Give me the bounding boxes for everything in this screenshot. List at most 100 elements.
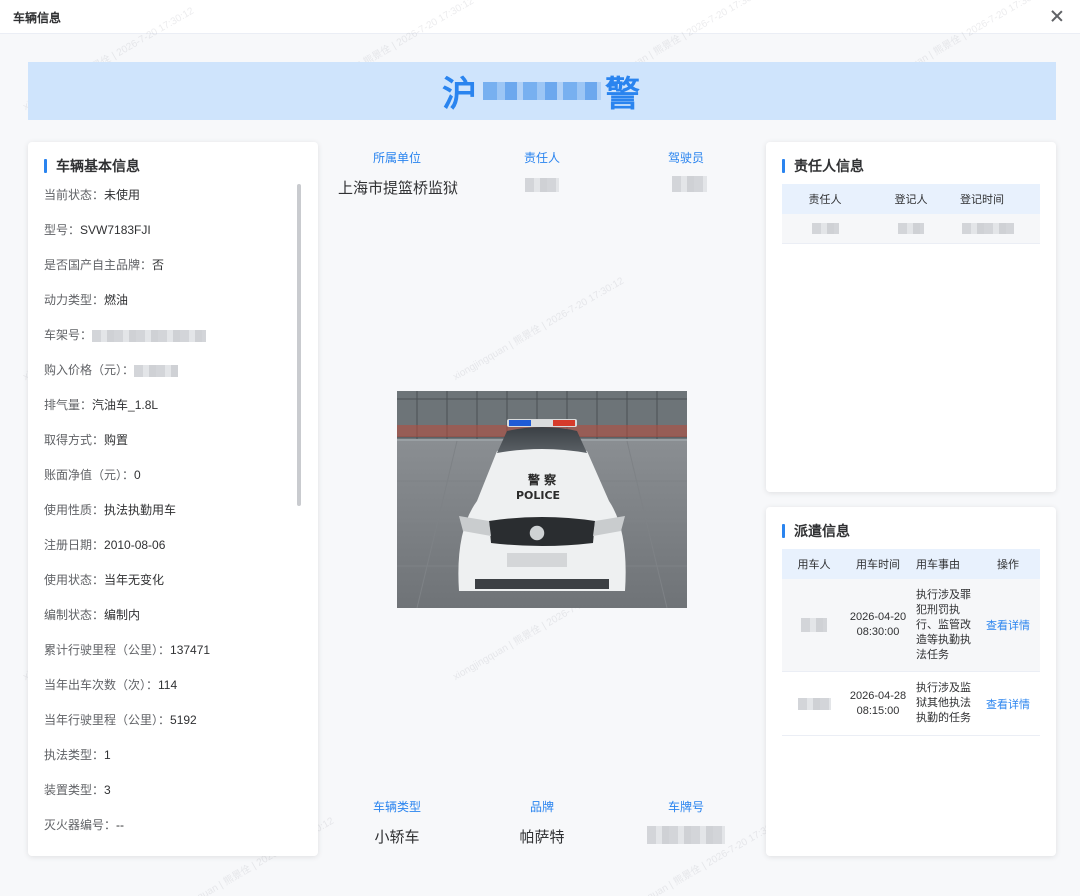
cell-use-time: 2026-04-28 08:15:00 [846,689,910,719]
info-row: 车架号： [44,318,298,353]
responsible-title: 责任人信息 [782,158,864,174]
cell-mask [801,618,827,632]
brand-value: 帕萨特 [519,829,565,846]
responsible-card: 责任人信息 责任人 登记人 登记时间 [766,142,1056,492]
label-brand: 品牌 [529,800,554,814]
info-key: 取得方式： [44,433,105,447]
info-value: -- [116,818,125,832]
info-key: 购入价格（元）： [44,363,135,377]
plate-banner: 沪 警 [28,62,1056,120]
info-row: 灭火器编号：-- [44,808,298,843]
info-value: 137471 [170,643,211,657]
use-date: 2026-04-20 [849,611,907,623]
col-user: 用车人 [797,559,831,571]
basic-info-card: 车辆基本信息 当前状态：未使用 型号：SVW7183FJI 是否国产自主品牌：否 动力… [28,142,318,856]
info-value: 2010-08-06 [104,538,166,552]
info-row: 排气量：汽油车_1.8L [44,388,298,423]
info-value: 否 [152,258,165,272]
info-key: 执法类型： [44,748,105,762]
dispatch-table-header: 用车人 用车时间 用车事由 操作 [782,549,1040,579]
info-value: 编制内 [104,608,141,622]
plate-suffix: 警 [605,74,643,114]
info-key: 是否国产自主品牌： [44,258,153,272]
info-row: 编制状态：编制内 [44,598,298,633]
cell-mask [811,223,839,235]
car-text-police: POLICE [516,489,560,502]
info-key: 型号： [44,223,81,237]
use-time: 08:15:00 [856,704,900,717]
vehicle-type-value: 小轿车 [374,829,420,846]
info-value: 汽油车_1.8L [92,398,159,412]
close-icon[interactable] [1048,7,1066,25]
table-row [782,214,1040,244]
info-value: 0 [134,468,141,482]
col-reason: 用车事由 [916,559,960,571]
cell-mask [962,223,1014,235]
cell-user [782,618,846,632]
label-responsible: 责任人 [523,151,560,165]
responsible-table-header: 责任人 登记人 登记时间 [782,184,1040,214]
cell-reason: 执行涉及监狱其他执法执勤的任务 [916,682,971,724]
info-value: 1 [104,748,111,762]
info-key: 使用状态： [44,573,105,587]
vehicle-photo: 警 察 POLICE [397,391,687,608]
info-key: 编制状态： [44,608,105,622]
info-row: 是否国产自主品牌：否 [44,248,298,283]
col-responsible: 责任人 [808,194,842,206]
plate-prefix: 沪 [441,74,479,114]
cell-mask [797,697,831,710]
responsible-table: 责任人 登记人 登记时间 [782,184,1040,244]
info-value: 5192 [170,713,197,727]
info-value-mask [92,329,207,342]
table-row: 2026-04-28 08:15:00 执行涉及监狱其他执法执勤的任务 查看详情 [782,672,1040,736]
info-row: 装置类型：3 [44,773,298,808]
dispatch-table: 用车人 用车时间 用车事由 操作 2026-04-20 08:30:00 执行涉… [782,549,1040,736]
info-value: 114 [158,678,178,692]
driver-mask [672,176,707,192]
col-register-time: 登记时间 [960,194,1004,206]
basic-info-list[interactable]: 当前状态：未使用 型号：SVW7183FJI 是否国产自主品牌：否 动力类型：燃油 车架… [44,178,298,843]
info-key: 当年出车次数（次）： [44,678,159,692]
dialog-title: 车辆信息 [13,11,62,25]
scrollbar[interactable] [297,184,301,506]
label-vehicle-type: 车辆类型 [372,800,421,814]
info-row: 使用性质：执法执勤用车 [44,493,298,528]
info-row: 累计行驶里程（公里）：137471 [44,633,298,668]
cell-responsible [782,223,868,235]
responsible-mask [525,178,559,192]
info-key: 装置类型： [44,783,105,797]
label-plate: 车牌号 [667,800,704,814]
info-row: 取得方式：购置 [44,423,298,458]
unit-value: 上海市提篮桥监狱 [337,180,458,197]
info-key: 使用性质： [44,503,105,517]
info-key: 排气量： [44,398,93,412]
dialog-header: 车辆信息 [0,0,1080,34]
use-date: 2026-04-28 [849,689,907,702]
cell-mask [898,223,924,235]
use-time: 08:30:00 [856,626,900,638]
info-key: 车架号： [44,328,93,342]
info-value: 未使用 [104,188,141,202]
view-details-link[interactable]: 查看详情 [976,696,1040,712]
info-row: 账面净值（元）：0 [44,458,298,493]
info-key: 当年行驶里程（公里）： [44,713,171,727]
info-row: 当前状态：未使用 [44,178,298,213]
info-row: 当年出车次数（次）：114 [44,668,298,703]
cell-user [782,697,846,710]
dispatch-card: 派遣信息 用车人 用车时间 用车事由 操作 2026-04-20 08:30:0… [766,507,1056,856]
plate-mask [483,82,601,100]
view-details-link[interactable]: 查看详情 [976,617,1040,633]
info-row: 当年行驶里程（公里）：5192 [44,703,298,738]
col-use-time: 用车时间 [856,559,900,571]
label-driver: 驾驶员 [667,151,704,165]
table-row: 2026-04-20 08:30:00 执行涉及罪犯刑罚执行、监管改造等执勤执法… [782,579,1040,672]
info-row: 注册日期：2010-08-06 [44,528,298,563]
cell-register-time [954,223,1040,235]
info-key: 累计行驶里程（公里）： [44,643,171,657]
info-row: 使用状态：当年无变化 [44,563,298,598]
basic-info-title: 车辆基本信息 [44,158,140,174]
col-registrar: 登记人 [894,194,928,206]
info-value: 燃油 [104,293,129,307]
info-value: SVW7183FJI [80,223,151,237]
dispatch-title: 派遣信息 [782,523,850,539]
